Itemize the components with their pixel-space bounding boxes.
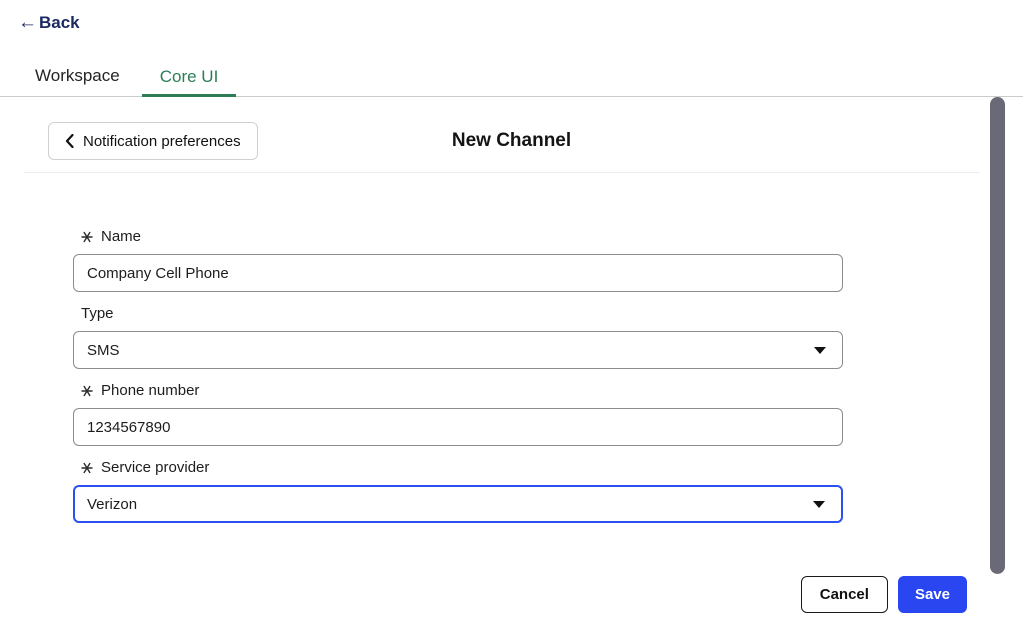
tab-core-ui[interactable]: Core UI xyxy=(142,67,237,97)
notification-preferences-back-button[interactable]: Notification preferences xyxy=(48,122,258,160)
header-divider xyxy=(24,172,980,173)
phone-number-label: Phone number xyxy=(81,381,843,401)
phone-number-label-text: Phone number xyxy=(101,381,199,401)
save-button[interactable]: Save xyxy=(898,576,967,613)
page-title: New Channel xyxy=(452,122,571,160)
tab-workspace[interactable]: Workspace xyxy=(17,66,138,96)
tab-bar: Workspace Core UI xyxy=(0,55,1023,97)
form-actions: Cancel Save xyxy=(801,576,967,613)
field-phone-number: Phone number xyxy=(73,381,843,446)
new-channel-panel: Notification preferences New Channel Nam… xyxy=(0,98,1023,644)
service-provider-select-value: Verizon xyxy=(87,496,137,513)
back-arrow-icon: ← xyxy=(18,13,37,32)
required-asterisk-icon xyxy=(81,231,93,243)
type-label-text: Type xyxy=(81,304,114,324)
back-link[interactable]: ← Back xyxy=(18,13,80,32)
type-label: Type xyxy=(81,304,843,324)
name-label: Name xyxy=(81,227,843,247)
service-provider-label: Service provider xyxy=(81,458,843,478)
chevron-left-icon xyxy=(65,134,74,148)
panel-header: Notification preferences New Channel xyxy=(0,122,1023,160)
new-channel-form: Name Type SMS Phone number xyxy=(73,227,843,535)
name-input[interactable] xyxy=(73,254,843,292)
field-service-provider: Service provider Verizon xyxy=(73,458,843,523)
required-asterisk-icon xyxy=(81,385,93,397)
scrollbar-thumb[interactable] xyxy=(990,97,1005,574)
notification-preferences-back-label: Notification preferences xyxy=(83,133,241,150)
screen: ← Back Workspace Core UI Notification pr… xyxy=(0,0,1023,644)
field-name: Name xyxy=(73,227,843,292)
service-provider-label-text: Service provider xyxy=(101,458,209,478)
name-label-text: Name xyxy=(101,227,141,247)
cancel-button[interactable]: Cancel xyxy=(801,576,888,613)
service-provider-select[interactable]: Verizon xyxy=(73,485,843,523)
field-type: Type SMS xyxy=(73,304,843,369)
required-asterisk-icon xyxy=(81,462,93,474)
phone-number-input[interactable] xyxy=(73,408,843,446)
caret-down-icon xyxy=(813,501,825,508)
caret-down-icon xyxy=(814,347,826,354)
type-select[interactable]: SMS xyxy=(73,331,843,369)
back-link-label: Back xyxy=(39,14,80,31)
type-select-value: SMS xyxy=(87,342,120,359)
